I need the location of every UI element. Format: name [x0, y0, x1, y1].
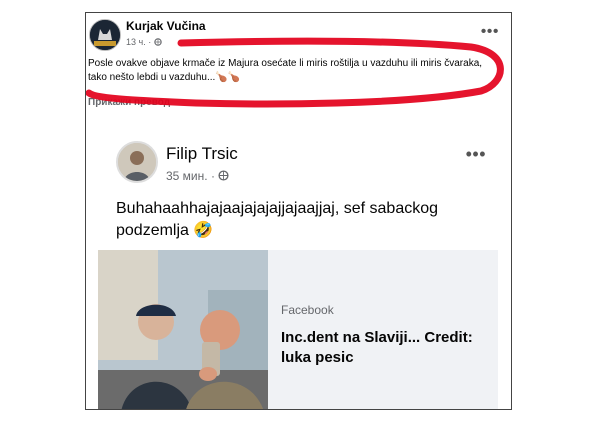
shared-post-body-text: Buhahaahhajajaajajajajjajaajjaj, sef sab…: [116, 200, 439, 239]
globe-icon: [218, 169, 229, 183]
shared-post-meta: 35 мин. ·: [166, 169, 229, 183]
link-source: Facebook: [281, 303, 334, 317]
more-options-icon[interactable]: •••: [466, 144, 486, 165]
globe-icon: [153, 37, 162, 47]
link-preview-card[interactable]: Facebook Inc.dent na Slaviji... Credit: …: [98, 250, 498, 409]
post-card: Kurjak Vučina 13 ч. · ••• Posle ovakve o…: [85, 12, 512, 410]
post-time[interactable]: 13 ч.: [126, 37, 146, 47]
see-translation-link[interactable]: Прикажи превод: [88, 97, 170, 108]
post-meta: 13 ч. ·: [126, 37, 162, 47]
link-title[interactable]: Inc.dent na Slaviji... Credit: luka pesi…: [281, 328, 491, 368]
more-options-icon[interactable]: •••: [481, 23, 499, 41]
post-author-name[interactable]: Kurjak Vučina: [126, 19, 206, 33]
shared-author-name[interactable]: Filip Trsic: [166, 144, 238, 164]
shared-post: Filip Trsic 35 мин. · ••• Buhahaahhajaja…: [86, 128, 511, 409]
link-preview-image: [98, 250, 268, 409]
shared-author-avatar[interactable]: [116, 141, 158, 183]
shared-post-time[interactable]: 35 мин.: [166, 169, 208, 183]
post-body-text: Posle ovakve objave krmače iz Majura ose…: [88, 58, 483, 83]
author-avatar[interactable]: [89, 19, 121, 51]
